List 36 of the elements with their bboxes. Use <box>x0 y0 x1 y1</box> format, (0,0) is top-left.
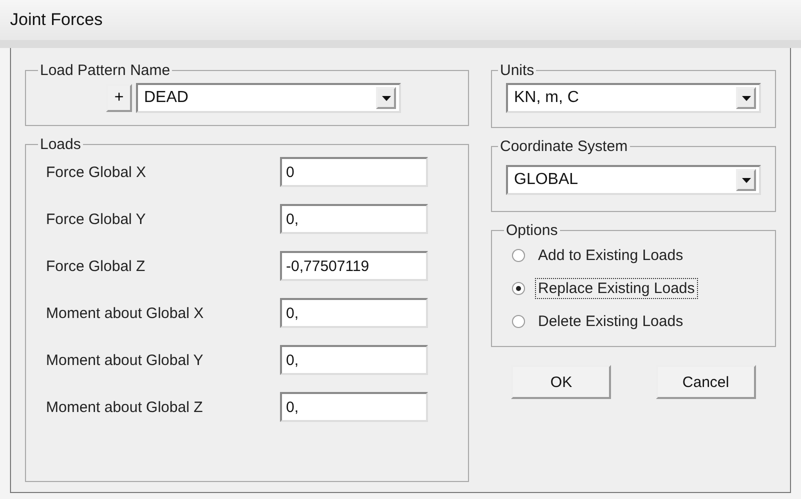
caret-icon <box>382 96 390 100</box>
load-input-field[interactable]: 0, <box>280 392 428 422</box>
load-input-field[interactable]: 0 <box>280 157 428 187</box>
radio-button[interactable] <box>512 315 525 328</box>
option-label[interactable]: Delete Existing Loads <box>535 311 686 332</box>
load-label: Moment about Global Y <box>46 352 204 368</box>
window-title: Joint Forces <box>10 10 103 30</box>
units-dropdown[interactable]: KN, m, C <box>506 83 761 113</box>
caret-icon <box>742 178 750 182</box>
group-label: Load Pattern Name <box>39 62 172 79</box>
load-label: Force Global Y <box>46 210 147 228</box>
load-label: Moment about Global Z <box>46 398 204 416</box>
load-pattern-dropdown[interactable]: DEAD <box>136 83 401 113</box>
load-label: Moment about Global X <box>46 304 205 322</box>
load-input-field[interactable]: -0,77507119 <box>280 251 428 281</box>
dropdown-arrow-button[interactable] <box>736 87 756 109</box>
option-label[interactable]: Add to Existing Loads <box>535 245 686 266</box>
radio-button[interactable] <box>512 249 525 262</box>
load-input-field[interactable]: 0, <box>280 298 428 328</box>
coordinate-system-dropdown[interactable]: GLOBAL <box>506 165 761 195</box>
ok-button[interactable]: OK <box>511 365 612 399</box>
caret-icon <box>742 96 750 100</box>
group-label: Units <box>499 62 536 79</box>
radio-button[interactable] <box>512 282 525 295</box>
load-input-field[interactable]: 0, <box>280 345 428 375</box>
load-input-field[interactable]: 0, <box>280 204 428 234</box>
option-label[interactable]: Replace Existing Loads <box>535 278 698 299</box>
group-label: Options <box>505 222 559 239</box>
load-label: Force Global X <box>46 164 148 180</box>
load-label: Force Global Z <box>46 258 146 274</box>
group-label: Coordinate System <box>499 138 629 155</box>
group-label: Loads <box>39 136 82 153</box>
dropdown-arrow-button[interactable] <box>376 87 396 109</box>
dropdown-arrow-button[interactable] <box>736 169 756 191</box>
add-button[interactable]: + <box>106 84 132 112</box>
cancel-button[interactable]: Cancel <box>656 365 756 399</box>
